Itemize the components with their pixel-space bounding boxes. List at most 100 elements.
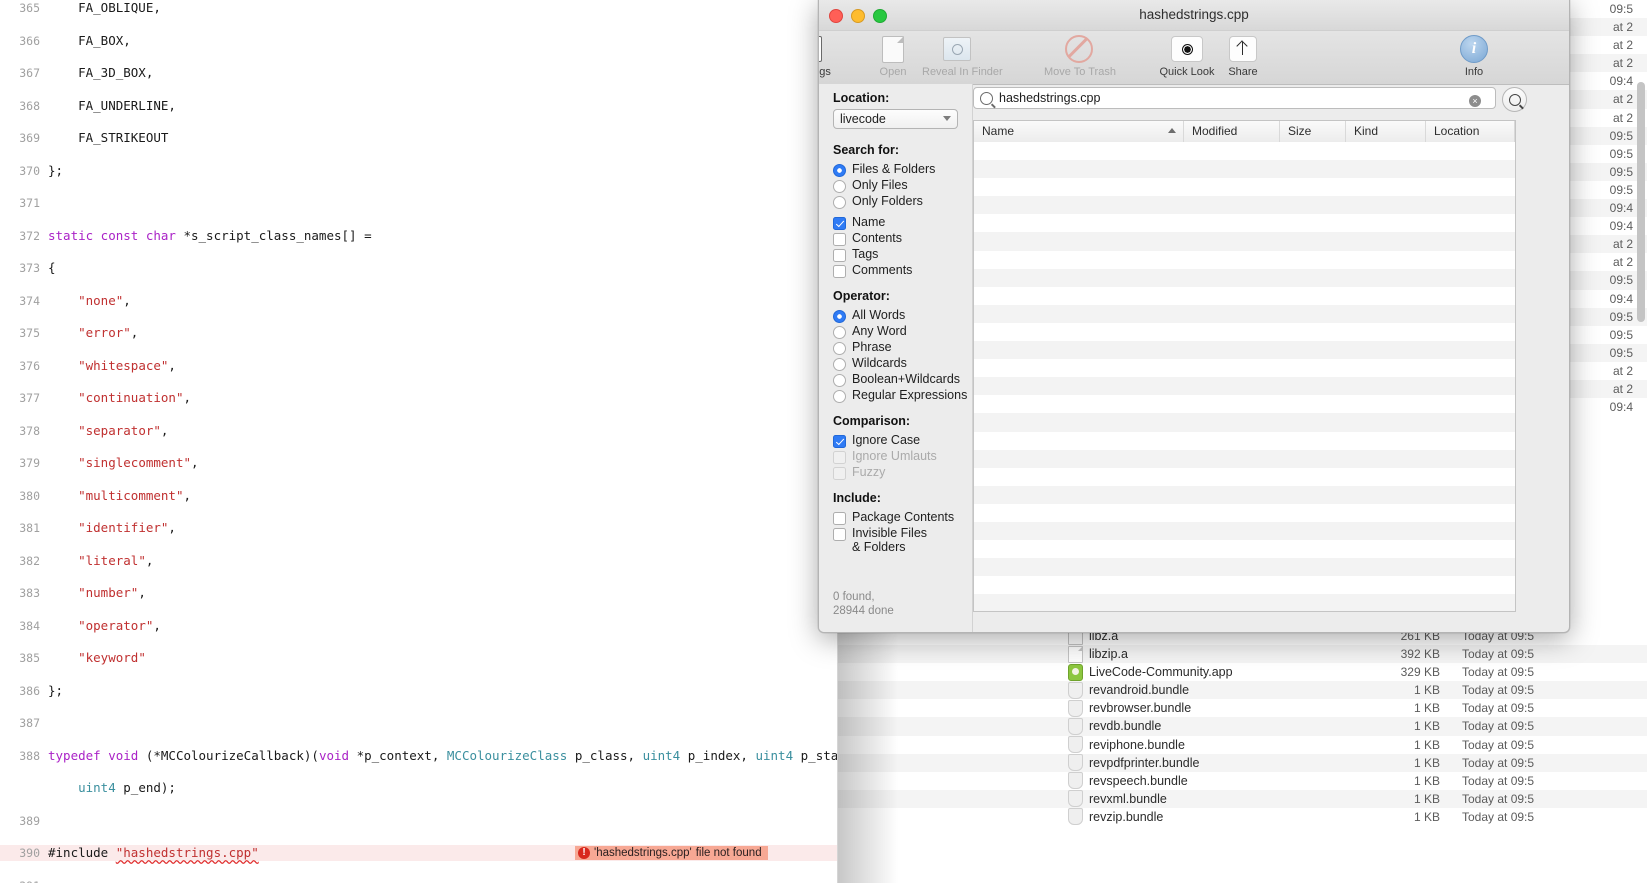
operator-any-word[interactable]: Any Word (833, 324, 973, 340)
results-empty-row[interactable] (974, 250, 1515, 269)
code-line[interactable]: 377 "continuation", (0, 390, 838, 406)
operator-regular-expressions[interactable]: Regular Expressions (833, 388, 973, 404)
column-header-size[interactable]: Size (1280, 121, 1346, 142)
results-table[interactable]: Name Modified Size Kind Location (973, 120, 1516, 612)
comparison-ignore-case[interactable]: Ignore Case (833, 433, 973, 449)
finder-file-row[interactable]: revdb.bundle 1 KB Today at 09:5 (838, 717, 1647, 736)
code-scroll-area[interactable]: 365 FA_OBLIQUE, 366 FA_BOX, 367 FA_3D_BOX,… (0, 0, 838, 883)
code-line[interactable]: 371 (0, 195, 838, 211)
finder-file-row[interactable]: revbrowser.bundle 1 KB Today at 09:5 (838, 699, 1647, 718)
results-empty-row[interactable] (974, 304, 1515, 323)
code-line-error[interactable]: 390 #include "hashedstrings.cpp"! 'hasheds… (0, 845, 838, 862)
code-line[interactable]: 379 "singlecomment", (0, 455, 838, 471)
search-button-icon[interactable] (1502, 87, 1527, 112)
code-line[interactable]: 382 "literal", (0, 553, 838, 569)
code-line[interactable]: 385 "keyword" (0, 650, 838, 666)
find-any-file-window[interactable]: hashedstrings.cpp Settings Open Reveal In … (818, 0, 1570, 633)
finder-file-row[interactable]: revandroid.bundle 1 KB Today at 09:5 (838, 681, 1647, 700)
radio-button[interactable] (833, 309, 846, 323)
code-line[interactable]: 369 FA_STRIKEOUT (0, 130, 838, 146)
code-line[interactable]: 370}; (0, 163, 838, 179)
code-line[interactable]: uint4 p_end); (0, 780, 838, 796)
finder-file-row[interactable]: revspeech.bundle 1 KB Today at 09:5 (838, 771, 1647, 790)
column-header-kind[interactable]: Kind (1346, 121, 1426, 142)
operator-all-words[interactable]: All Words (833, 308, 973, 324)
results-empty-row[interactable] (974, 431, 1515, 450)
finder-scrollbar[interactable] (1637, 82, 1645, 722)
search-for-files-folders[interactable]: Files & Folders (833, 162, 973, 178)
code-line[interactable]: 376 "whitespace", (0, 358, 838, 374)
radio-button[interactable] (833, 373, 846, 387)
code-line[interactable]: 389 (0, 813, 838, 829)
results-empty-row[interactable] (974, 142, 1515, 161)
radio-button[interactable] (833, 325, 846, 339)
results-empty-row[interactable] (974, 341, 1515, 360)
checkbox[interactable] (833, 527, 846, 541)
code-line[interactable]: 391 (0, 878, 838, 883)
code-line[interactable]: 378 "separator", (0, 423, 838, 439)
results-empty-row[interactable] (974, 558, 1515, 577)
code-line[interactable]: 367 FA_3D_BOX, (0, 65, 838, 81)
search-for-only-files[interactable]: Only Files (833, 178, 973, 194)
checkbox[interactable] (833, 434, 846, 448)
code-line[interactable]: 386}; (0, 683, 838, 699)
attribute-name[interactable]: Name (833, 215, 973, 231)
results-empty-row[interactable] (974, 268, 1515, 287)
toolbar-settings-button[interactable]: Settings (819, 34, 846, 78)
results-empty-row[interactable] (974, 540, 1515, 559)
radio-button[interactable] (833, 357, 846, 371)
code-line[interactable]: 380 "multicomment", (0, 488, 838, 504)
window-titlebar[interactable]: hashedstrings.cpp (819, 0, 1569, 31)
include-package-contents[interactable]: Package Contents (833, 510, 973, 526)
results-empty-row[interactable] (974, 521, 1515, 541)
operator-boolean-wildcards[interactable]: Boolean+Wildcards (833, 372, 973, 388)
finder-file-row[interactable]: reviphone.bundle 1 KB Today at 09:5 (838, 735, 1647, 754)
window-toolbar[interactable]: Settings Open Reveal In Finder Move To Tras… (819, 31, 1569, 85)
search-for-only-folders[interactable]: Only Folders (833, 194, 973, 210)
checkbox[interactable] (833, 264, 846, 278)
finder-file-row[interactable]: revxml.bundle 1 KB Today at 09:5 (838, 789, 1647, 808)
attribute-tags[interactable]: Tags (833, 247, 973, 263)
finder-file-row[interactable]: revpdfprinter.bundle 1 KB Today at 09:5 (838, 753, 1647, 772)
radio-button[interactable] (833, 341, 846, 355)
finder-scrollbar-thumb[interactable] (1637, 82, 1645, 322)
results-empty-row[interactable] (974, 395, 1515, 414)
results-table-header[interactable]: Name Modified Size Kind Location (974, 121, 1515, 143)
checkbox[interactable] (833, 511, 846, 525)
results-empty-row[interactable] (974, 286, 1515, 305)
column-header-name[interactable]: Name (974, 121, 1184, 142)
code-line[interactable]: 381 "identifier", (0, 520, 838, 536)
code-line[interactable]: 374 "none", (0, 293, 838, 309)
results-empty-row[interactable] (974, 196, 1515, 215)
results-empty-row[interactable] (974, 160, 1515, 179)
code-line[interactable]: 368 FA_UNDERLINE, (0, 98, 838, 114)
results-empty-row[interactable] (974, 576, 1515, 595)
results-empty-row[interactable] (974, 322, 1515, 342)
search-input[interactable]: hashedstrings.cpp (973, 87, 1496, 109)
finder-file-row[interactable]: libzip.a 392 KB Today at 09:5 (838, 645, 1647, 664)
column-header-location[interactable]: Location (1426, 121, 1515, 142)
include-invisible-files[interactable]: Invisible Files & Folders (833, 526, 973, 554)
location-select[interactable]: livecode (833, 109, 958, 129)
results-empty-row[interactable] (974, 178, 1515, 197)
results-empty-row[interactable] (974, 485, 1515, 504)
code-line[interactable]: 366 FA_BOX, (0, 33, 838, 49)
finder-file-row[interactable]: revzip.bundle 1 KB Today at 09:5 (838, 807, 1647, 827)
code-editor[interactable]: 365 FA_OBLIQUE, 366 FA_BOX, 367 FA_3D_BOX,… (0, 0, 838, 883)
results-empty-row[interactable] (974, 214, 1515, 233)
operator-phrase[interactable]: Phrase (833, 340, 973, 356)
code-line[interactable]: 372 static const char *s_script_class_nam… (0, 228, 838, 244)
attribute-contents[interactable]: Contents (833, 231, 973, 247)
finder-file-list[interactable]: libz.a 261 KB Today at 09:5 libzip.a 392 KB T… (838, 627, 1647, 827)
results-empty-row[interactable] (974, 467, 1515, 486)
results-empty-row[interactable] (974, 594, 1515, 611)
code-line[interactable]: 387 (0, 715, 838, 731)
toolbar-info-button[interactable]: i Info (1439, 34, 1509, 78)
results-empty-row[interactable] (974, 377, 1515, 396)
toolbar-share-button[interactable]: Share (1208, 34, 1278, 78)
code-line[interactable]: 388 typedef void (*MCColourizeCallback)(v… (0, 748, 838, 764)
results-table-body[interactable] (974, 142, 1515, 611)
results-empty-row[interactable] (974, 449, 1515, 468)
checkbox[interactable] (833, 232, 846, 246)
radio-button[interactable] (833, 179, 846, 193)
